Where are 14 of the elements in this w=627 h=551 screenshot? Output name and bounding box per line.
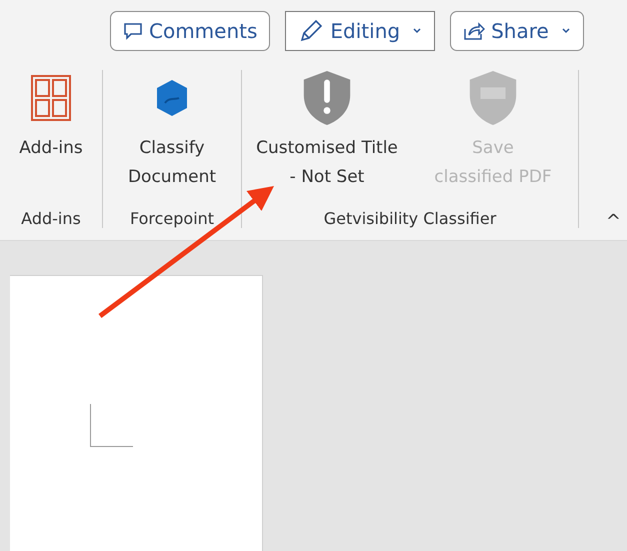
editing-button[interactable]: Editing	[285, 11, 436, 51]
ribbon-command[interactable]: Add-ins	[16, 70, 86, 205]
comments-button[interactable]: Comments	[110, 11, 270, 51]
group-label: Getvisibility Classifier	[324, 209, 496, 228]
collapse-ribbon-button[interactable]: ^	[606, 211, 621, 232]
group-label: Add-ins	[21, 209, 81, 228]
share-icon	[463, 21, 486, 41]
group-label: Forcepoint	[130, 209, 214, 228]
pencil-icon	[298, 18, 324, 44]
ribbon-command[interactable]: Customised Title - Not Set	[247, 70, 407, 205]
ribbon-command[interactable]: Classify Document	[124, 70, 220, 205]
comment-icon	[123, 22, 143, 40]
margin-corner-mark	[90, 404, 133, 447]
share-button[interactable]: Share	[450, 11, 584, 51]
